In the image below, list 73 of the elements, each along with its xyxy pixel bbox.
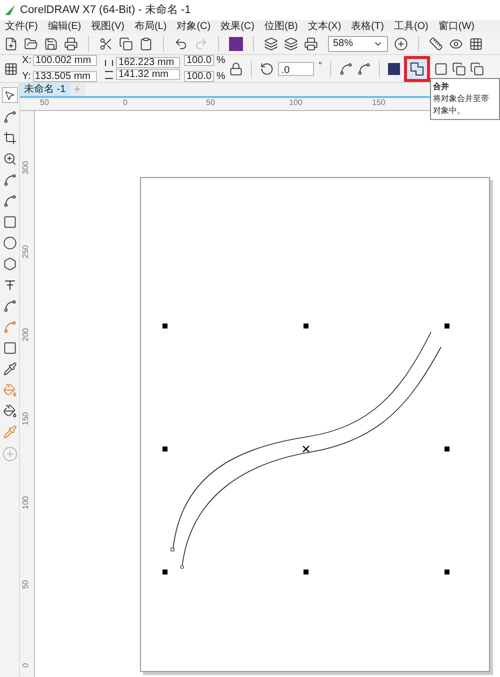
menu-item[interactable]: 窗口(W) (433, 19, 480, 34)
ellipse-tool-icon[interactable] (2, 236, 16, 250)
height-field[interactable]: 141.32 mm (116, 69, 180, 80)
crop-tool-icon[interactable] (2, 131, 16, 145)
height-icon (105, 70, 114, 78)
connector-tool-icon[interactable] (2, 320, 16, 334)
width-icon (105, 60, 114, 66)
y-label: Y: (22, 70, 31, 84)
print-icon[interactable] (64, 36, 78, 50)
y-field[interactable]: 133.505 mm (32, 71, 97, 82)
window-title: CorelDRAW X7 (64-Bit) - 未命名 -1 (20, 2, 191, 18)
width-field[interactable]: 162.223 mm (116, 57, 180, 68)
scale-y-field[interactable]: 100.0 (184, 71, 214, 82)
eyedropper-icon[interactable] (2, 362, 16, 376)
menu-item[interactable]: 工具(O) (388, 19, 434, 34)
rotate-icon[interactable] (260, 62, 274, 76)
ruler-label: 300 (21, 161, 30, 174)
view-icon[interactable] (449, 36, 463, 50)
document-tab[interactable]: 未命名 -1 (20, 83, 70, 96)
scale-x-field[interactable]: 100.0 (184, 55, 214, 66)
copy-icon[interactable] (119, 36, 133, 50)
pointer-icon (4, 90, 15, 100)
tooltip-text: 将对象合并至带 (433, 93, 490, 105)
percent-label: % (216, 70, 226, 84)
menu-item[interactable]: 文本(X) (302, 19, 346, 34)
ruler-label: 50 (21, 580, 30, 588)
ruler-label: 100 (21, 496, 30, 510)
ruler-label: 150 (372, 98, 386, 107)
rulers-icon[interactable] (429, 36, 443, 50)
menu-item[interactable]: 表格(T) (346, 19, 389, 34)
tooltip-text: 对象中。 (433, 105, 466, 117)
interactive-fill-icon[interactable] (2, 383, 16, 397)
paste-icon[interactable] (139, 36, 153, 50)
position-grid-icon[interactable] (4, 62, 18, 76)
color-eyedropper-icon[interactable] (2, 425, 16, 439)
percent-label: % (216, 54, 226, 68)
zoom-fit-icon[interactable] (394, 36, 408, 50)
menu-item[interactable]: 对象(C) (172, 19, 216, 34)
x-label: X: (22, 54, 32, 68)
ruler-label: 250 (21, 244, 30, 258)
undo-icon[interactable] (174, 36, 188, 50)
polygon-tool-icon[interactable] (2, 257, 16, 271)
pick-tool-button[interactable] (2, 87, 18, 103)
menu-item[interactable]: 文件(F) (0, 19, 43, 34)
text-tool-icon[interactable] (2, 278, 16, 292)
folder-icon[interactable] (24, 36, 38, 50)
ruler-label: 0 (123, 98, 128, 107)
rectangle-tool-icon[interactable] (2, 215, 16, 229)
combine-icon (410, 62, 424, 76)
new-file-icon[interactable] (4, 36, 18, 50)
smart-fill-icon[interactable] (2, 404, 16, 418)
degree-label: ° (318, 59, 322, 72)
ruler-label: 200 (21, 328, 30, 342)
save-icon[interactable] (44, 36, 58, 50)
menu-item[interactable]: 效果(C) (216, 19, 260, 34)
x-field[interactable]: 100.002 mm (33, 55, 98, 66)
ruler-label: 50 (40, 98, 49, 107)
menu-item[interactable]: 编辑(E) (42, 19, 86, 34)
lock-icon[interactable] (229, 62, 244, 76)
ruler-label: 0 (21, 663, 30, 668)
ruler-label: 150 (21, 412, 30, 426)
menu-item[interactable]: 布局(L) (129, 19, 172, 34)
ruler-label: 100 (289, 98, 302, 107)
app-logo-icon (4, 4, 16, 16)
rotation-field[interactable]: .0 (278, 62, 314, 76)
zoom-tool-icon[interactable] (2, 152, 16, 166)
combine-button[interactable] (404, 56, 430, 82)
cut-icon[interactable] (99, 36, 113, 50)
ruler-label: 50 (206, 98, 215, 107)
tooltip-title: 合并 (433, 81, 450, 93)
zoom-field[interactable]: 58% (328, 36, 388, 52)
menu-item[interactable]: 位图(B) (259, 19, 303, 34)
menu-item[interactable]: 视图(V) (86, 19, 130, 34)
